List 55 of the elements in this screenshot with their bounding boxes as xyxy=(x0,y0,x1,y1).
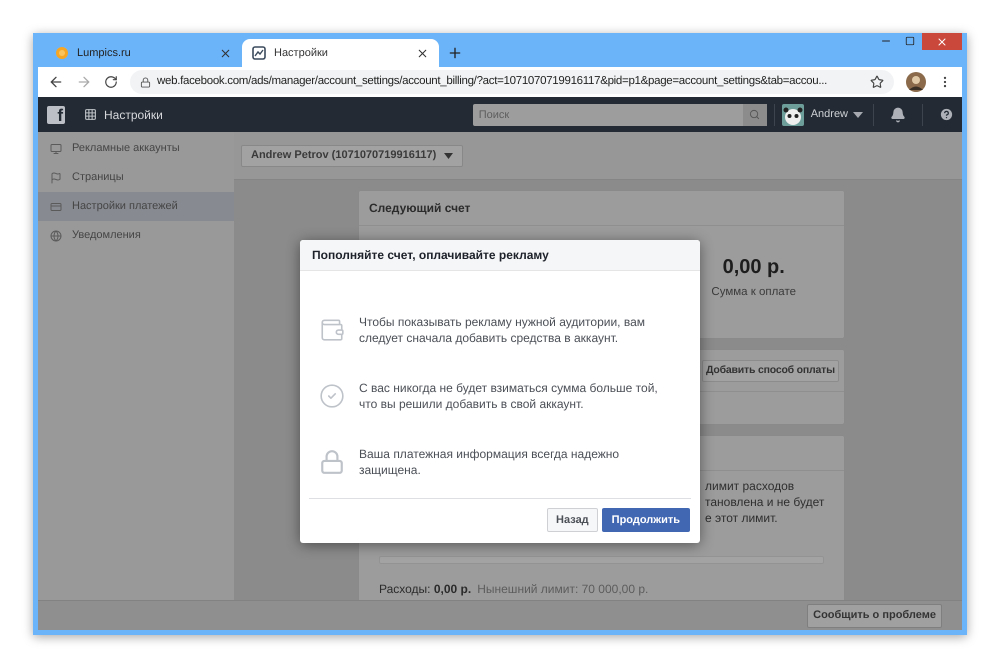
close-tab-icon[interactable] xyxy=(416,46,429,60)
search-button[interactable] xyxy=(742,104,767,126)
grid-icon[interactable] xyxy=(84,108,97,121)
modal-title: Пополняйте счет, оплачивайте рекламу xyxy=(312,247,549,264)
close-tab-icon[interactable] xyxy=(219,46,232,60)
info-text: Ваша платежная информация всегда надежно защищена. xyxy=(359,446,620,478)
browser-tab[interactable]: Lumpics.ru xyxy=(45,39,242,67)
add-payment-method-button[interactable]: Добавить способ оплаты xyxy=(702,360,839,382)
limit-description-text: тановлена и не будет xyxy=(705,494,826,510)
notifications-bell-icon[interactable] xyxy=(890,106,906,122)
close-icon xyxy=(936,36,948,48)
bookmark-star-icon[interactable] xyxy=(870,75,884,89)
card-title: Следующий счет xyxy=(369,200,470,217)
account-dropdown[interactable]: Andrew Petrov (1071070719916117) xyxy=(241,144,464,166)
check-circle-icon xyxy=(319,383,345,409)
wallet-icon xyxy=(319,317,345,343)
report-problem-button[interactable]: Сообщить о проблеме xyxy=(807,604,942,628)
user-name[interactable]: Andrew xyxy=(810,106,848,123)
lock-icon xyxy=(140,76,151,88)
search-icon xyxy=(749,109,760,120)
panda-avatar-icon[interactable] xyxy=(782,104,804,126)
limit-description-text: е этот лимит. xyxy=(705,510,779,526)
page-title: Настройки xyxy=(104,106,163,124)
caret-icon[interactable] xyxy=(853,112,863,118)
settings-page-icon xyxy=(252,46,266,60)
search-field[interactable]: Поиск xyxy=(472,104,743,126)
spent-amount: Расходы: 0,00 р. xyxy=(379,581,472,598)
profile-avatar-icon[interactable] xyxy=(906,72,926,92)
amount-due-label: Сумма к оплате xyxy=(711,285,796,300)
address-bar[interactable]: web.facebook.com/ads/manager/account_settings/account_billing/?act=1071070719916117&pid=p1&page=account_settings&tab=accou... xyxy=(130,70,894,94)
help-icon[interactable] xyxy=(939,107,954,122)
tab-title: Lumpics.ru xyxy=(77,46,132,61)
limit-description-text: лимит расходов xyxy=(705,478,796,494)
current-limit: Нынешний лимит: 70 000,00 р. xyxy=(477,581,648,598)
flag-icon xyxy=(50,172,62,184)
reload-icon[interactable] xyxy=(104,75,118,89)
lock-icon xyxy=(319,449,345,475)
round-favicon-icon xyxy=(55,46,69,60)
amount-due: 0,00 р. xyxy=(722,255,785,280)
browser-tab[interactable]: Настройки xyxy=(242,39,439,67)
facebook-logo[interactable]: f xyxy=(47,106,65,124)
caret-icon xyxy=(444,152,454,158)
monitor-icon xyxy=(50,142,62,154)
continue-button[interactable]: Продолжить xyxy=(602,508,690,532)
new-tab-icon[interactable] xyxy=(447,45,463,61)
tab-title: Настройки xyxy=(274,46,329,61)
globe-icon xyxy=(50,230,62,242)
back-button[interactable]: Назад xyxy=(547,508,598,532)
url-text: web.facebook.com/ads/manager/account_settings/account_billing/?act=1071070719916117&pid=p1&page=account_settings&tab=accou... xyxy=(157,74,828,90)
sidebar-item[interactable]: Настройки платежей xyxy=(38,192,234,221)
info-text: Чтобы показывать рекламу нужной аудитории, вам следует сначала добавить средства в аккаунт. xyxy=(359,314,646,346)
info-text: С вас никогда не будет взиматься сумма больше той, что вы решили добавить в свой аккаунт. xyxy=(359,380,659,412)
back-icon[interactable] xyxy=(48,74,64,90)
close-window-button[interactable] xyxy=(922,33,962,50)
card-icon xyxy=(50,200,62,212)
